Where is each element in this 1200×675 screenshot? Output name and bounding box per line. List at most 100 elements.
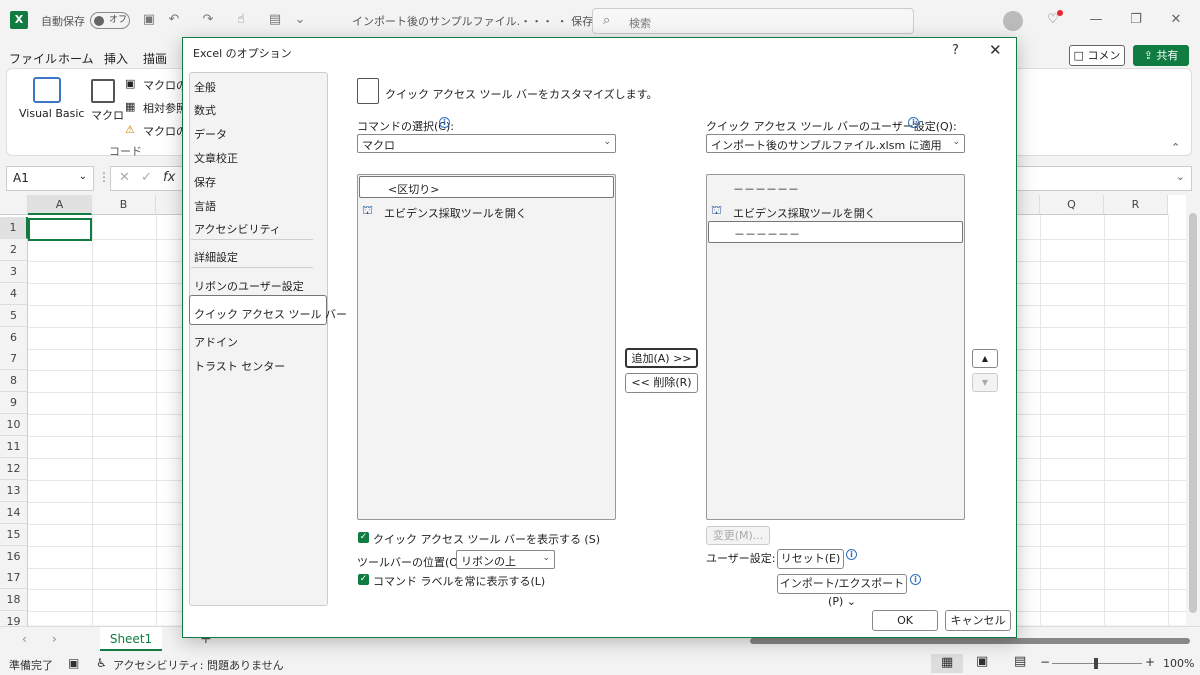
nav-item[interactable]: 文章校正 — [194, 150, 238, 166]
nav-item[interactable]: 全般 — [194, 79, 216, 95]
row-header[interactable]: 3 — [0, 260, 28, 283]
avatar[interactable] — [1003, 11, 1023, 31]
qat-commands-list[interactable]: －－－－－－ ⛫ エビデンス採取ツールを開く －－－－－－ — [706, 174, 965, 520]
reset-button[interactable]: リセット(E) ⌄ — [777, 549, 844, 583]
tab-home[interactable]: ホーム — [58, 50, 94, 67]
vertical-scrollbar[interactable] — [1186, 195, 1200, 625]
list-item[interactable]: －－－－－－ — [708, 221, 963, 243]
formula-menu-icon[interactable]: ⋮ — [98, 170, 110, 184]
vertical-scroll-thumb[interactable] — [1189, 213, 1197, 613]
expand-formula-icon[interactable]: ⌄ — [1176, 170, 1185, 183]
tab-insert[interactable]: 挿入 — [104, 50, 128, 67]
share-button[interactable]: ⇪ 共有 — [1133, 45, 1189, 66]
nav-item[interactable]: クイック アクセス ツール バー — [194, 306, 347, 322]
ok-button[interactable]: OK — [872, 610, 938, 631]
window-close-icon[interactable]: ✕ — [1168, 12, 1184, 28]
row-header[interactable]: 2 — [0, 238, 28, 261]
list-item[interactable]: エビデンス採取ツールを開く — [733, 205, 876, 221]
show-qat-checkbox[interactable]: ✓ — [358, 532, 369, 543]
visual-basic-icon[interactable] — [33, 77, 61, 103]
touch-mode-icon[interactable]: ☝ — [233, 12, 249, 28]
list-item[interactable]: <区切り> — [359, 176, 614, 198]
close-icon[interactable]: ✕ — [989, 41, 1002, 59]
row-header[interactable]: 14 — [0, 501, 28, 524]
macro-label[interactable]: マクロ — [91, 107, 124, 123]
help-icon[interactable]: ? — [952, 43, 959, 58]
tab-file[interactable]: ファイル — [9, 50, 57, 67]
row-header[interactable]: 4 — [0, 282, 28, 305]
always-show-labels-checkbox[interactable]: ✓ — [358, 574, 369, 585]
row-header[interactable]: 6 — [0, 326, 28, 349]
collapse-ribbon-icon[interactable]: ⌃ — [1171, 141, 1180, 154]
row-header[interactable]: 5 — [0, 304, 28, 327]
list-item[interactable]: －－－－－－ — [733, 181, 799, 197]
info-icon[interactable]: i — [908, 117, 919, 128]
nav-item[interactable]: トラスト センター — [194, 358, 285, 374]
row-header[interactable]: 10 — [0, 414, 28, 437]
relative-ref-label[interactable]: 相対参照 — [143, 100, 187, 116]
remove-button[interactable]: << 削除(R) — [625, 373, 698, 393]
tab-draw[interactable]: 描画 — [143, 50, 167, 67]
page-break-icon[interactable]: ▤ — [1014, 654, 1026, 669]
nav-item[interactable]: データ — [194, 126, 227, 142]
column-header-b[interactable]: B — [92, 195, 156, 215]
zoom-in-icon[interactable]: + — [1145, 655, 1155, 669]
row-header[interactable]: 17 — [0, 567, 28, 590]
function-icon[interactable]: fx — [163, 170, 175, 185]
row-header[interactable]: 15 — [0, 523, 28, 546]
cancel-button[interactable]: キャンセル — [945, 610, 1011, 631]
move-down-button[interactable]: ▼ — [972, 373, 998, 392]
next-sheet-icon[interactable]: › — [52, 632, 57, 646]
row-header[interactable]: 11 — [0, 436, 28, 458]
nav-item[interactable]: 数式 — [194, 102, 216, 118]
accessibility-icon[interactable]: ♿ — [96, 656, 107, 670]
nav-item[interactable]: 保存 — [194, 174, 216, 190]
row-header[interactable]: 18 — [0, 589, 28, 612]
cancel-icon[interactable]: ✕ — [119, 170, 130, 185]
row-header[interactable]: 8 — [0, 370, 28, 393]
show-qat-label[interactable]: クイック アクセス ツール バーを表示する (S) — [373, 531, 600, 547]
row-header[interactable]: 16 — [0, 545, 28, 568]
nav-item[interactable]: 詳細設定 — [194, 249, 238, 265]
search-box[interactable]: ⌕ 検索 — [592, 8, 914, 34]
save-icon[interactable]: ▣ — [141, 12, 157, 28]
redo-icon[interactable]: ↷ — [200, 12, 216, 28]
column-header-a[interactable]: A — [28, 195, 92, 215]
macro-icon[interactable] — [91, 79, 115, 103]
import-export-button[interactable]: インポート/エクスポート(P) ⌄ — [777, 574, 907, 608]
info-icon[interactable]: i — [439, 117, 450, 128]
horizontal-scroll-thumb[interactable] — [750, 638, 1190, 644]
qat-document-icon[interactable]: ▤ — [267, 12, 283, 28]
minimize-icon[interactable]: — — [1088, 12, 1104, 28]
column-header-q[interactable]: Q — [1040, 195, 1104, 215]
customize-qat-dropdown[interactable]: インポート後のサンプルファイル.xlsm に適用 ⌄ — [706, 134, 965, 153]
info-icon[interactable]: i — [910, 574, 921, 585]
add-button[interactable]: 追加(A) >> — [625, 348, 698, 368]
row-header[interactable]: 7 — [0, 348, 28, 371]
row-header[interactable]: 1 — [0, 217, 28, 239]
move-up-button[interactable]: ▲ — [972, 349, 998, 368]
document-title[interactable]: インポート後のサンプルファイル.・・・ ・ 保存済み ⌄ — [352, 13, 628, 29]
choose-commands-dropdown[interactable]: マクロ ⌄ — [357, 134, 616, 153]
nav-item[interactable]: リボンのユーザー設定 — [194, 278, 304, 294]
nav-item[interactable]: アクセシビリティ — [194, 221, 281, 237]
selected-cell-a1[interactable] — [28, 218, 92, 241]
autosave-toggle[interactable]: オフ — [90, 12, 130, 29]
macro-record-icon[interactable]: ▣ — [68, 656, 79, 670]
visual-basic-label[interactable]: Visual Basic — [19, 107, 84, 120]
row-header[interactable]: 9 — [0, 392, 28, 415]
select-all-corner[interactable] — [0, 195, 28, 215]
info-icon[interactable]: i — [846, 549, 857, 560]
comment-button[interactable]: □ コメント — [1069, 45, 1125, 81]
nav-item[interactable]: アドイン — [194, 334, 238, 350]
modify-button[interactable]: 変更(M)... — [706, 526, 770, 545]
name-box[interactable]: A1 ⌄ — [6, 166, 94, 191]
always-show-labels-label[interactable]: コマンド ラベルを常に表示する(L) — [373, 573, 545, 589]
undo-icon[interactable]: ↶ — [166, 12, 182, 28]
sheet-tab-sheet1[interactable]: Sheet1 — [100, 627, 162, 651]
normal-view-button[interactable]: ▦ — [931, 654, 963, 673]
list-item[interactable]: エビデンス採取ツールを開く — [384, 205, 527, 221]
accessibility-status[interactable]: アクセシビリティ: 問題ありません — [113, 657, 284, 673]
prev-sheet-icon[interactable]: ‹ — [22, 632, 27, 646]
column-header-r[interactable]: R — [1104, 195, 1168, 215]
